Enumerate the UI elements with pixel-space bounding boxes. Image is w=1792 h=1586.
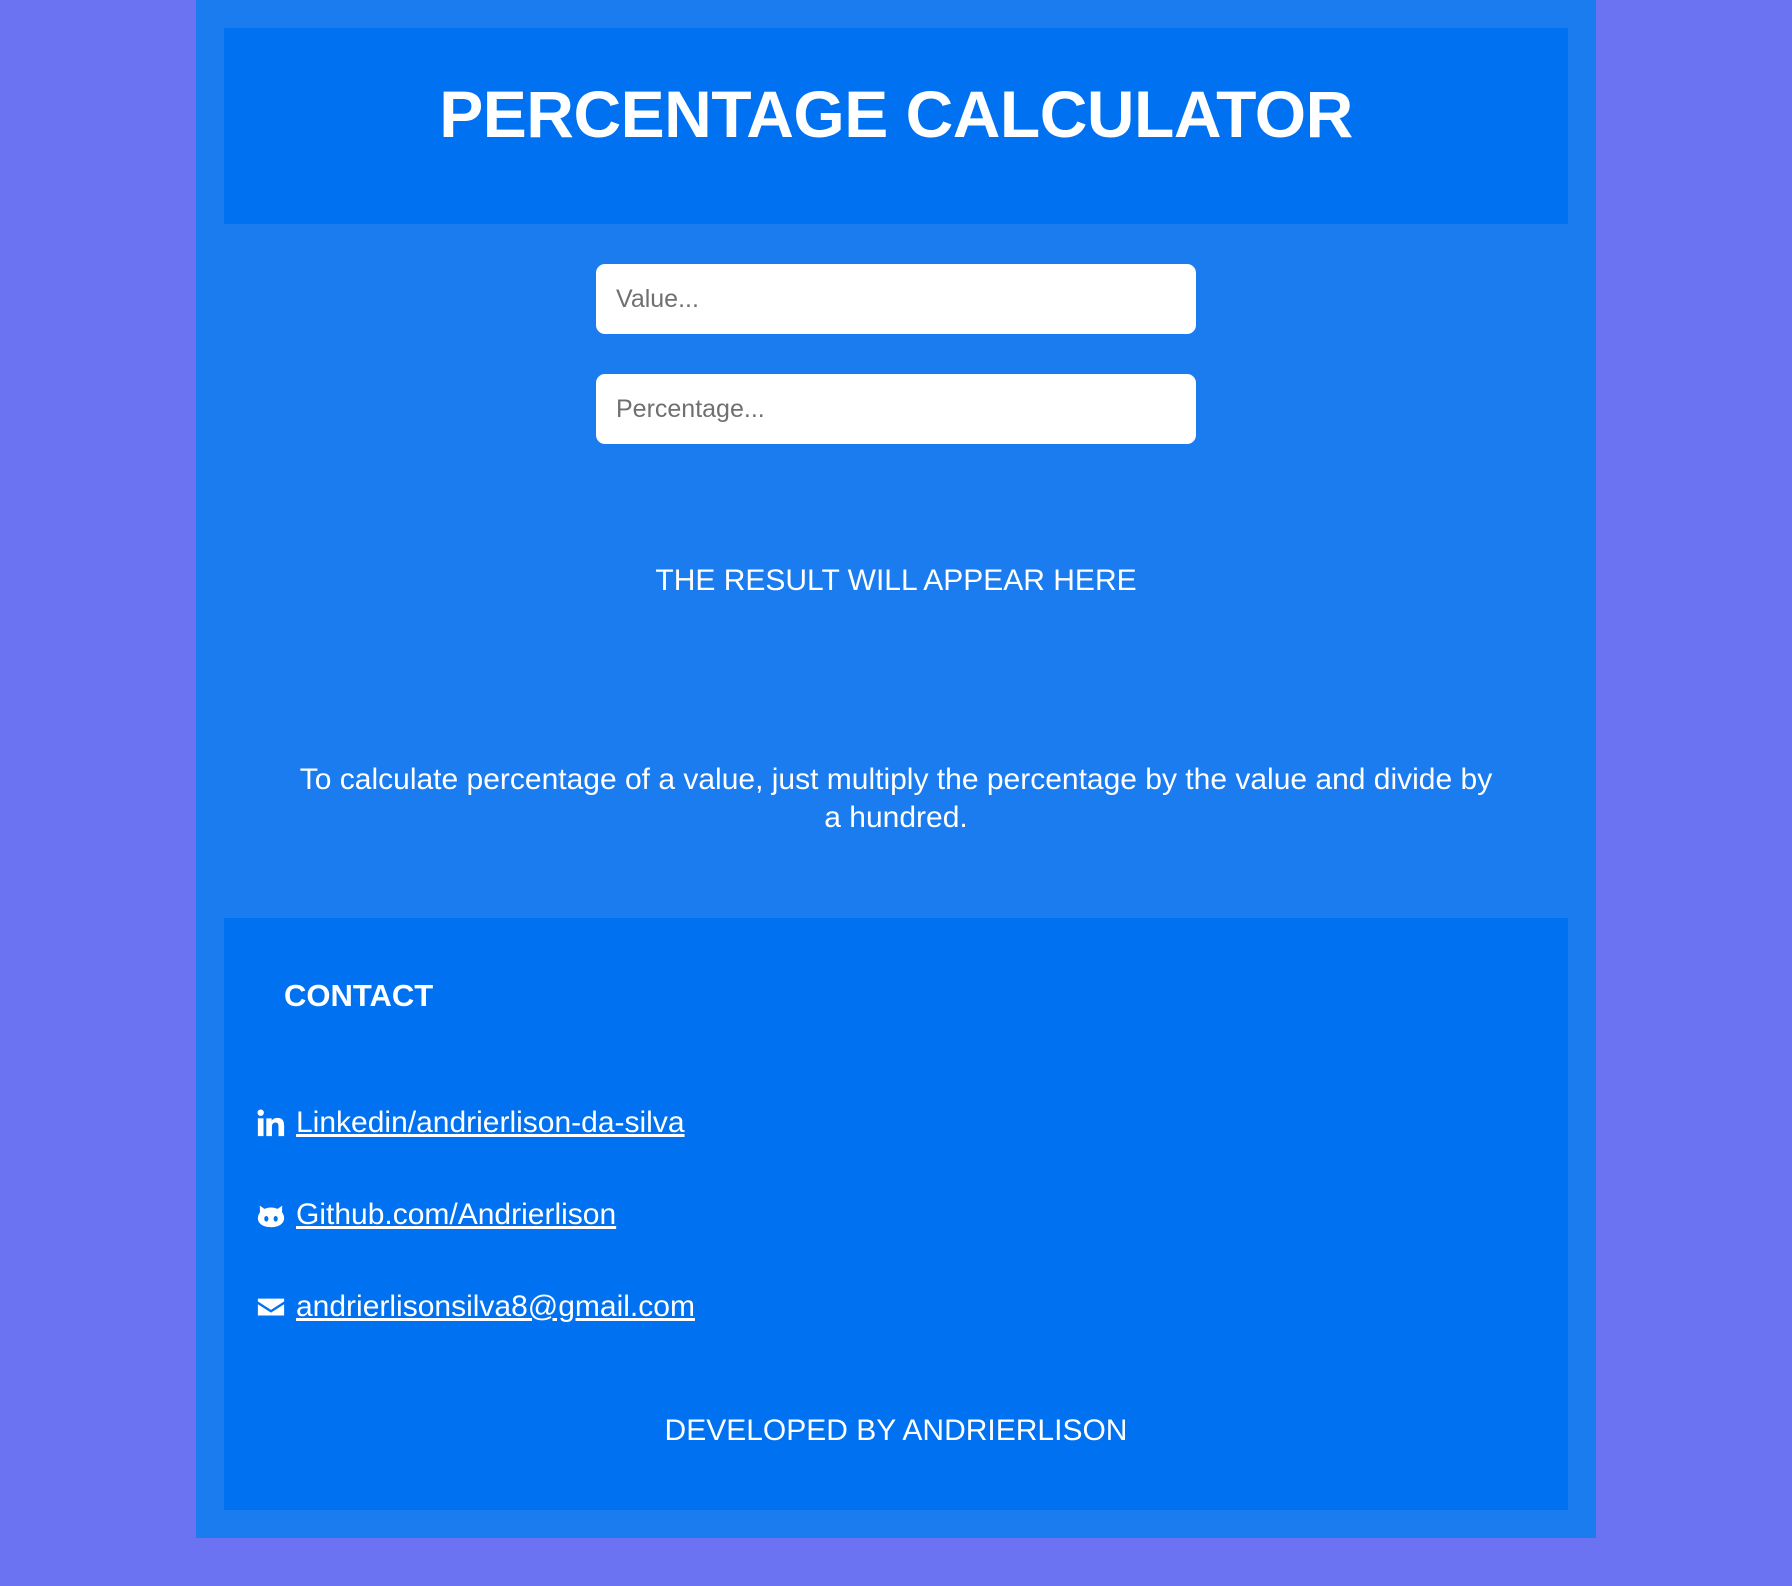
email-link[interactable]: andrierlisonsilva8@gmail.com xyxy=(254,1290,695,1324)
contact-footer: CONTACT Linkedin/andrierlison-da-silva G… xyxy=(224,918,1568,1510)
github-link-label: Github.com/Andrierlison xyxy=(296,1198,617,1231)
github-link[interactable]: Github.com/Andrierlison xyxy=(254,1198,616,1232)
explanation-text: To calculate percentage of a value, just… xyxy=(299,763,1493,834)
linkedin-icon xyxy=(254,1106,288,1140)
email-link-label: andrierlisonsilva8@gmail.com xyxy=(296,1290,695,1323)
contact-title: CONTACT xyxy=(284,978,434,1013)
developed-by-text: DEVELOPED BY ANDRIERLISON xyxy=(664,1414,1128,1447)
calculator-container: PERCENTAGE CALCULATOR THE RESULT WILL AP… xyxy=(196,0,1596,1538)
github-icon xyxy=(254,1198,288,1232)
value-input[interactable] xyxy=(596,264,1196,334)
linkedin-link[interactable]: Linkedin/andrierlison-da-silva xyxy=(254,1106,685,1140)
linkedin-link-label: Linkedin/andrierlison-da-silva xyxy=(296,1106,685,1139)
percentage-input[interactable] xyxy=(596,374,1196,444)
envelope-icon xyxy=(254,1290,288,1324)
page-title: PERCENTAGE CALCULATOR xyxy=(439,77,1353,151)
result-text: THE RESULT WILL APPEAR HERE xyxy=(655,564,1137,597)
header: PERCENTAGE CALCULATOR xyxy=(224,28,1568,224)
